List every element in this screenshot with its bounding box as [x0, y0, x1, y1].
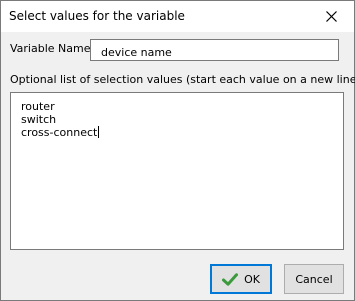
- selection-values-textarea[interactable]: router switch cross-connect: [10, 92, 344, 250]
- window-title: Select values for the variable: [9, 9, 185, 23]
- title-bar: Select values for the variable: [1, 1, 354, 32]
- selection-value-line-last: cross-connect: [21, 126, 343, 139]
- dialog-window: Select values for the variable Variable …: [0, 0, 355, 301]
- checkmark-icon: [222, 272, 239, 286]
- close-icon: [325, 11, 337, 22]
- variable-name-input[interactable]: [90, 39, 339, 61]
- variable-name-label: Variable Name: [10, 42, 91, 55]
- ok-button[interactable]: OK: [210, 264, 272, 294]
- text-caret: [98, 126, 100, 138]
- cancel-button[interactable]: Cancel: [284, 264, 344, 294]
- ok-button-label: OK: [244, 272, 260, 286]
- close-button[interactable]: [308, 1, 354, 32]
- selection-values-label: Optional list of selection values (start…: [10, 73, 355, 86]
- selection-value-text: cross-connect: [21, 126, 98, 139]
- selection-value-line: router: [21, 100, 55, 113]
- cancel-button-label: Cancel: [295, 272, 333, 286]
- selection-value-line: switch: [21, 113, 57, 126]
